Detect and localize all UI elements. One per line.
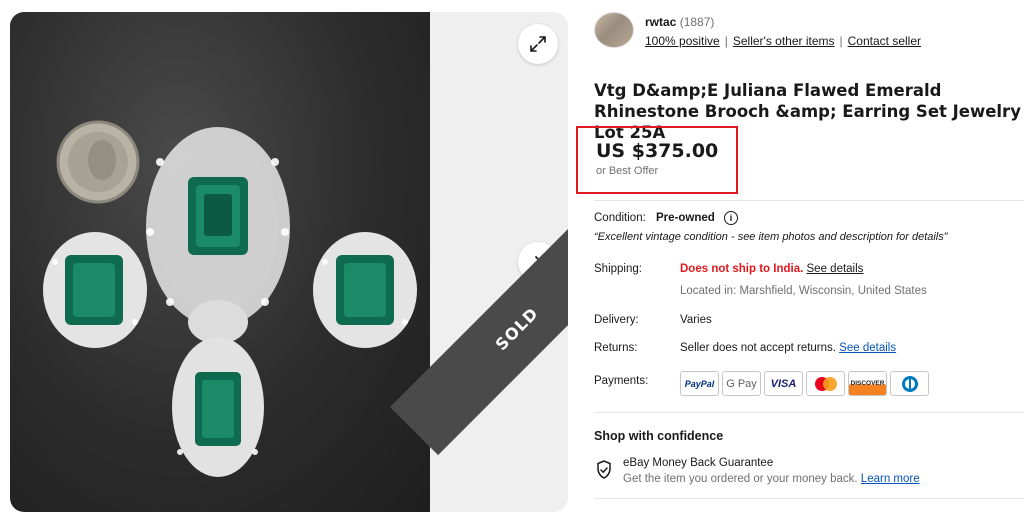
best-offer-text: or Best Offer: [596, 165, 659, 177]
diners-club-logo: [890, 371, 929, 396]
seller-info: rwtac (1887) 100% positive | Seller's othe…: [594, 12, 1024, 52]
seller-name-line: rwtac (1887): [645, 15, 714, 29]
shop-with-confidence-title: Shop with confidence: [594, 429, 724, 443]
shipping-details-link[interactable]: See details: [807, 263, 864, 275]
divider: [594, 498, 1024, 499]
expand-icon: [530, 36, 546, 52]
money-back-guarantee-text: Get the item you ordered or your money b…: [623, 473, 920, 485]
returns-text: Seller does not accept returns.: [680, 342, 836, 354]
payment-methods: PayPal G Pay VISA DISCOVER: [680, 371, 929, 396]
jewelry-illustration: [43, 120, 417, 477]
contact-seller-link[interactable]: Contact seller: [848, 34, 921, 48]
item-price: US $375.00: [596, 140, 719, 162]
learn-more-link[interactable]: Learn more: [861, 473, 920, 485]
divider: [594, 412, 1024, 413]
mastercard-icon: [814, 376, 837, 391]
seller-name[interactable]: rwtac: [645, 15, 676, 29]
product-photo[interactable]: [10, 12, 430, 512]
diners-club-icon: [901, 375, 918, 392]
shipping-warning: Does not ship to India.: [680, 263, 804, 275]
mastercard-logo: [806, 371, 845, 396]
condition-quote: “Excellent vintage condition - see item …: [594, 231, 948, 243]
separator: |: [839, 34, 843, 48]
money-back-guarantee-title: eBay Money Back Guarantee: [623, 457, 774, 469]
shipping-label: Shipping:: [594, 263, 642, 275]
visa-logo: VISA: [764, 371, 803, 396]
returns-value: Seller does not accept returns. See deta…: [680, 342, 896, 354]
expand-image-button[interactable]: [518, 24, 558, 64]
shield-check-icon: [597, 460, 611, 479]
shipping-value: Does not ship to India. See details: [680, 263, 863, 275]
next-image-button[interactable]: [518, 242, 558, 282]
image-gallery: SOLD: [10, 12, 568, 512]
sold-label: SOLD: [491, 303, 542, 354]
discover-logo: DISCOVER: [848, 371, 887, 396]
delivery-value: Varies: [680, 314, 712, 326]
paypal-logo: PayPal: [680, 371, 719, 396]
returns-details-link[interactable]: See details: [839, 342, 896, 354]
price-highlight-box: US $375.00 or Best Offer: [576, 126, 738, 194]
divider: [594, 200, 1024, 201]
payments-label: Payments:: [594, 375, 649, 387]
item-info-panel: rwtac (1887) 100% positive | Seller's othe…: [576, 0, 1024, 521]
chevron-right-icon: [535, 256, 542, 268]
google-pay-logo: G Pay: [722, 371, 761, 396]
info-icon[interactable]: i: [724, 211, 738, 225]
seller-links: 100% positive | Seller's other items | Conta…: [645, 34, 926, 48]
seller-feedback-count[interactable]: (1887): [680, 15, 715, 29]
condition-label: Condition:: [594, 212, 646, 224]
seller-positive-link[interactable]: 100% positive: [645, 34, 720, 48]
seller-avatar[interactable]: [594, 12, 634, 48]
item-location: Located in: Marshfield, Wisconsin, Unite…: [680, 285, 927, 297]
seller-other-items-link[interactable]: Seller's other items: [733, 34, 835, 48]
condition-value: Pre-owned: [656, 212, 715, 224]
separator: |: [724, 34, 728, 48]
returns-label: Returns:: [594, 342, 638, 354]
delivery-label: Delivery:: [594, 314, 639, 326]
